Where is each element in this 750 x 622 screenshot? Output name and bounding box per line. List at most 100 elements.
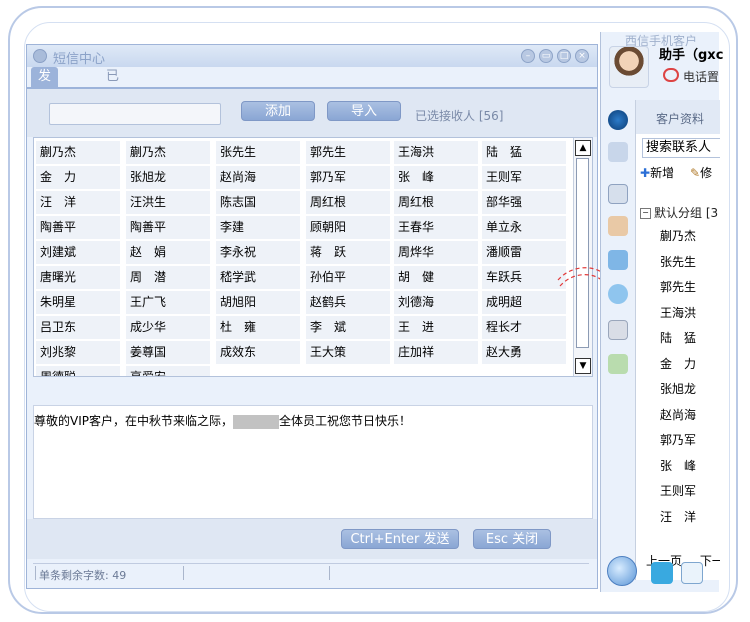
list-item[interactable]: 郭先生 — [660, 275, 696, 301]
list-item[interactable]: 王海洪 — [660, 301, 696, 327]
recipient-cell[interactable]: 陶善平 — [36, 216, 120, 239]
recipient-cell[interactable]: 王海洪 — [394, 141, 478, 164]
recipient-cell[interactable]: 胡旭阳 — [216, 291, 300, 314]
recipient-cell[interactable]: 汪 洋 — [36, 191, 120, 214]
tab-send-sms[interactable]: 发送短信 — [31, 67, 59, 144]
collapse-icon[interactable]: − — [640, 208, 651, 219]
recipient-cell[interactable]: 姜尊国 — [126, 341, 210, 364]
list-item[interactable]: 张旭龙 — [660, 377, 696, 403]
add-button[interactable]: 添加 — [241, 101, 315, 121]
list-item[interactable]: 汪 洋 — [660, 505, 696, 531]
edit-contact-button[interactable]: ✎修 — [690, 164, 712, 181]
phone-settings-link[interactable]: 电话置 — [683, 68, 719, 85]
recipient-cell[interactable]: 张先生 — [216, 141, 300, 164]
list-item[interactable]: 张 峰 — [660, 454, 696, 480]
new-contact-button[interactable]: ✚新增 — [640, 164, 674, 181]
chat-icon[interactable] — [608, 284, 628, 304]
recipient-cell[interactable]: 张 峰 — [394, 166, 478, 189]
maximize-icon[interactable]: □ — [557, 49, 571, 63]
recipient-cell[interactable]: 赵大勇 — [482, 341, 566, 364]
recipient-cell[interactable]: 刘兆黎 — [36, 341, 120, 364]
recipient-search-input[interactable] — [49, 103, 221, 125]
recipient-cell[interactable]: 周红根 — [306, 191, 390, 214]
calendar-icon[interactable] — [608, 250, 628, 270]
recipient-cell[interactable]: 李永祝 — [216, 241, 300, 264]
list-item[interactable]: 张先生 — [660, 250, 696, 276]
recipient-cell[interactable]: 朱明星 — [36, 291, 120, 314]
list-item[interactable]: 陆 猛 — [660, 326, 696, 352]
notepad-icon[interactable] — [608, 184, 628, 204]
recipient-cell[interactable]: 陆 猛 — [482, 141, 566, 164]
recipient-cell[interactable]: 金 力 — [36, 166, 120, 189]
recipient-cell[interactable]: 蒯乃杰 — [36, 141, 120, 164]
recipient-cell[interactable]: 李 斌 — [306, 316, 390, 339]
recipient-cell[interactable]: 杜 雍 — [216, 316, 300, 339]
recipient-cell[interactable]: 陶善平 — [126, 216, 210, 239]
recipient-cell[interactable]: 汪洪生 — [126, 191, 210, 214]
recipient-cell[interactable]: 孙伯平 — [306, 266, 390, 289]
avatar[interactable] — [609, 46, 649, 88]
message-bubble-icon[interactable] — [681, 562, 703, 584]
recipient-cell[interactable]: 王则军 — [482, 166, 566, 189]
send-button[interactable]: Ctrl+Enter 发送 — [341, 529, 459, 549]
mail-icon[interactable] — [608, 320, 628, 340]
list-item[interactable]: 郭乃军 — [660, 428, 696, 454]
contacts-icon[interactable] — [608, 142, 628, 162]
recipient-cell[interactable]: 吕卫东 — [36, 316, 120, 339]
vertical-scrollbar[interactable]: ▲ ▼ — [573, 138, 592, 376]
phone-app-icon[interactable] — [651, 562, 673, 584]
handshake-icon[interactable] — [608, 216, 628, 236]
recipient-cell[interactable]: 部华强 — [482, 191, 566, 214]
globe-icon[interactable] — [607, 556, 637, 586]
scroll-down-icon[interactable]: ▼ — [575, 358, 591, 374]
recipient-cell[interactable]: 顾朝阳 — [306, 216, 390, 239]
recipient-cell[interactable]: 张旭龙 — [126, 166, 210, 189]
recipient-cell[interactable]: 郭先生 — [306, 141, 390, 164]
recipient-cell[interactable]: 赵 娟 — [126, 241, 210, 264]
recipient-cell[interactable]: 陈志国 — [216, 191, 300, 214]
recipient-cell[interactable]: 蒯乃杰 — [126, 141, 210, 164]
minimize-icon[interactable]: – — [521, 49, 535, 63]
recipient-cell[interactable]: 单立永 — [482, 216, 566, 239]
org-chart-icon[interactable] — [608, 354, 628, 374]
recipient-cell[interactable]: 成效东 — [216, 341, 300, 364]
scroll-up-icon[interactable]: ▲ — [575, 140, 591, 156]
recipient-cell[interactable]: 周红根 — [394, 191, 478, 214]
recipient-cell[interactable]: 王 进 — [394, 316, 478, 339]
list-item[interactable]: 金 力 — [660, 352, 696, 378]
recipient-cell[interactable]: 李建 — [216, 216, 300, 239]
recipient-cell[interactable]: 胡 健 — [394, 266, 478, 289]
list-item[interactable]: 赵尚海 — [660, 403, 696, 429]
phone-icon[interactable] — [663, 68, 679, 82]
tab-customer-info[interactable]: 客户资料 — [636, 100, 720, 134]
tab-sent-sms[interactable]: 已发短信 — [99, 67, 126, 144]
recipient-cell[interactable]: 享爱安 — [126, 366, 210, 376]
title-bar[interactable]: 短信中心 – ▭ □ × — [27, 45, 597, 67]
swirl-icon[interactable] — [608, 110, 628, 130]
list-item[interactable]: 蒯乃杰 — [660, 224, 696, 250]
contact-search-input[interactable]: 搜索联系人 — [642, 138, 720, 158]
recipient-cell[interactable]: 唐曙光 — [36, 266, 120, 289]
recipient-cell[interactable]: 王大策 — [306, 341, 390, 364]
recipient-cell[interactable]: 郭乃军 — [306, 166, 390, 189]
close-button[interactable]: Esc 关闭 — [473, 529, 551, 549]
recipient-cell[interactable]: 蒋 跃 — [306, 241, 390, 264]
recipient-cell[interactable]: 庄加祥 — [394, 341, 478, 364]
recipient-cell[interactable]: 王广飞 — [126, 291, 210, 314]
recipient-cell[interactable]: 刘建斌 — [36, 241, 120, 264]
list-item[interactable]: 王则军 — [660, 479, 696, 505]
recipient-cell[interactable]: 周德聪 — [36, 366, 120, 376]
recipient-cell[interactable]: 刘德海 — [394, 291, 478, 314]
recipient-cell[interactable]: 王春华 — [394, 216, 478, 239]
default-group-header[interactable]: − 默认分组 [3 — [640, 204, 718, 221]
message-textarea[interactable]: 尊敬的VIP客户，在中秋节来临之际， 全体员工祝您节日快乐！ — [33, 405, 593, 519]
recipient-cell[interactable]: 赵鹤兵 — [306, 291, 390, 314]
recipient-cell[interactable]: 周 潜 — [126, 266, 210, 289]
restore-icon[interactable]: ▭ — [539, 49, 553, 63]
recipient-cell[interactable]: 嵇学武 — [216, 266, 300, 289]
import-button[interactable]: 导入 — [327, 101, 401, 121]
close-icon[interactable]: × — [575, 49, 589, 63]
recipient-cell[interactable]: 周烨华 — [394, 241, 478, 264]
recipient-cell[interactable]: 成少华 — [126, 316, 210, 339]
recipient-cell[interactable]: 赵尚海 — [216, 166, 300, 189]
